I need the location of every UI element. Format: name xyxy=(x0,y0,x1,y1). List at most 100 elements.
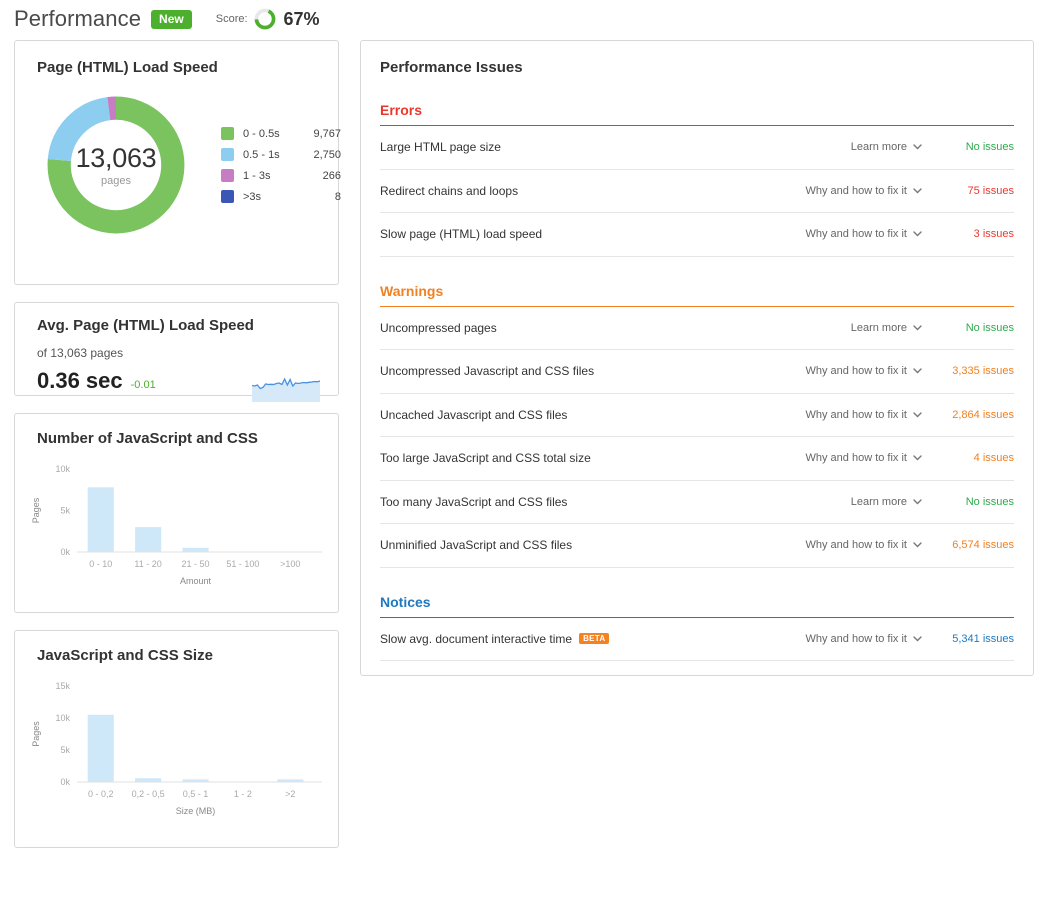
issue-name: Large HTML page size xyxy=(380,140,772,154)
issue-learn-more-link[interactable]: Why and how to fix it xyxy=(772,365,922,377)
issue-label: Uncompressed pages xyxy=(380,321,497,335)
y-axis-title: Pages xyxy=(31,497,41,523)
issue-row: Unminified JavaScript and CSS filesWhy a… xyxy=(380,524,1014,568)
page-load-speed-title: Page (HTML) Load Speed xyxy=(15,41,338,76)
y-tick-label: 10k xyxy=(55,464,70,474)
legend-item: 0.5 - 1s2,750 xyxy=(221,144,341,165)
legend-label: >3s xyxy=(243,191,301,203)
chevron-down-icon xyxy=(913,185,922,197)
main-layout: Page (HTML) Load Speed 13,063 pages 0 - … xyxy=(0,40,1048,865)
issue-learn-more-link[interactable]: Why and how to fix it xyxy=(772,539,922,551)
issue-row: Redirect chains and loopsWhy and how to … xyxy=(380,170,1014,214)
avg-load-speed-title: Avg. Page (HTML) Load Speed xyxy=(15,303,338,334)
issues-section-errors: ErrorsLarge HTML page sizeLearn moreNo i… xyxy=(361,76,1033,257)
legend-swatch-icon xyxy=(221,127,234,140)
legend-label: 0.5 - 1s xyxy=(243,149,301,161)
issue-row: Uncompressed pages Learn moreNo issues xyxy=(380,307,1014,351)
bar xyxy=(183,548,209,552)
issue-name: Unminified JavaScript and CSS files xyxy=(380,538,772,552)
issue-link-label: Why and how to fix it xyxy=(806,228,908,240)
score-value: 67% xyxy=(284,9,320,30)
issue-learn-more-link[interactable]: Learn more xyxy=(772,141,922,153)
issue-name: Slow page (HTML) load speed xyxy=(380,227,772,241)
issue-row: Large HTML page size Learn moreNo issues xyxy=(380,126,1014,170)
issue-learn-more-link[interactable]: Why and how to fix it xyxy=(772,185,922,197)
issue-learn-more-link[interactable]: Why and how to fix it xyxy=(772,409,922,421)
issue-count[interactable]: No issues xyxy=(922,141,1014,153)
issue-label: Slow page (HTML) load speed xyxy=(380,227,542,241)
issue-learn-more-link[interactable]: Why and how to fix it xyxy=(772,452,922,464)
issue-label: Slow avg. document interactive time xyxy=(380,632,572,646)
issue-link-label: Why and how to fix it xyxy=(806,409,908,421)
chevron-down-icon xyxy=(913,141,922,153)
section-heading: Warnings xyxy=(380,257,1014,307)
issue-count[interactable]: No issues xyxy=(922,322,1014,334)
issue-name: Uncompressed Javascript and CSS files xyxy=(380,364,772,378)
chevron-down-icon xyxy=(913,322,922,334)
issue-label: Uncompressed Javascript and CSS files xyxy=(380,364,594,378)
issue-row: Uncompressed Javascript and CSS files Why… xyxy=(380,350,1014,394)
x-tick-label: 0 - 10 xyxy=(89,559,112,569)
avg-load-speed-value: 0.36 sec xyxy=(37,368,123,394)
issue-name: Redirect chains and loops xyxy=(380,184,772,198)
legend-item: 0 - 0.5s9,767 xyxy=(221,123,341,144)
y-tick-label: 0k xyxy=(60,777,70,787)
issues-sections: ErrorsLarge HTML page sizeLearn moreNo i… xyxy=(361,76,1033,661)
beta-badge: BETA xyxy=(579,633,609,644)
load-speed-donut-chart: 13,063 pages xyxy=(41,90,191,240)
x-axis-title: Size (MB) xyxy=(176,806,216,816)
legend-swatch-icon xyxy=(221,190,234,203)
issue-label: Large HTML page size xyxy=(380,140,501,154)
issue-learn-more-link[interactable]: Learn more xyxy=(772,322,922,334)
y-tick-label: 0k xyxy=(60,547,70,557)
issue-link-label: Why and how to fix it xyxy=(806,365,908,377)
bar xyxy=(183,779,209,782)
issue-count[interactable]: 3,335 issues xyxy=(922,365,1014,377)
issue-name: Uncached Javascript and CSS files xyxy=(380,408,772,422)
bar xyxy=(135,778,161,782)
y-tick-label: 5k xyxy=(60,506,70,516)
chevron-down-icon xyxy=(913,228,922,240)
js-css-size-chart: 0k5k10k15kPages0 - 0,20,2 - 0,50,5 - 11 … xyxy=(15,664,338,859)
issue-row: Slow avg. document interactive time BETA W… xyxy=(380,618,1014,662)
chevron-down-icon xyxy=(913,409,922,421)
js-css-count-title: Number of JavaScript and CSS xyxy=(15,414,338,447)
issue-name: Uncompressed pages xyxy=(380,321,772,335)
score-donut-icon xyxy=(254,8,276,30)
issue-count[interactable]: 2,864 issues xyxy=(922,409,1014,421)
right-column: Performance Issues ErrorsLarge HTML page… xyxy=(360,40,1034,676)
x-tick-label: 1 - 2 xyxy=(234,789,252,799)
issue-label: Too large JavaScript and CSS total size xyxy=(380,451,591,465)
chevron-down-icon xyxy=(913,539,922,551)
avg-load-speed-subtitle: of 13,063 pages xyxy=(37,346,316,360)
issue-learn-more-link[interactable]: Learn more xyxy=(772,496,922,508)
issue-count[interactable]: 4 issues xyxy=(922,452,1014,464)
y-tick-label: 15k xyxy=(55,681,70,691)
legend-swatch-icon xyxy=(221,148,234,161)
issue-count[interactable]: 6,574 issues xyxy=(922,539,1014,551)
issue-count[interactable]: 3 issues xyxy=(922,228,1014,240)
issue-name: Too many JavaScript and CSS files xyxy=(380,495,772,509)
issue-learn-more-link[interactable]: Why and how to fix it xyxy=(772,633,922,645)
js-css-size-title: JavaScript and CSS Size xyxy=(15,631,338,664)
legend-label: 1 - 3s xyxy=(243,170,301,182)
donut-legend: 0 - 0.5s9,7670.5 - 1s2,7501 - 3s266>3s8 xyxy=(221,123,341,207)
issue-count[interactable]: 75 issues xyxy=(922,185,1014,197)
donut-svg xyxy=(41,90,191,240)
x-axis-title: Amount xyxy=(180,576,212,586)
issue-row: Too many JavaScript and CSS filesLearn m… xyxy=(380,481,1014,525)
legend-label: 0 - 0.5s xyxy=(243,128,301,140)
page-title: Performance xyxy=(14,6,141,32)
bar xyxy=(88,715,114,782)
legend-swatch-icon xyxy=(221,169,234,182)
issue-count[interactable]: 5,341 issues xyxy=(922,633,1014,645)
bar xyxy=(135,527,161,552)
x-tick-label: 0,5 - 1 xyxy=(183,789,209,799)
issue-learn-more-link[interactable]: Why and how to fix it xyxy=(772,228,922,240)
issue-row: Uncached Javascript and CSS files Why and… xyxy=(380,394,1014,438)
avg-load-speed-card: Avg. Page (HTML) Load Speed of 13,063 pa… xyxy=(14,302,339,396)
chevron-down-icon xyxy=(913,365,922,377)
x-tick-label: 51 - 100 xyxy=(226,559,259,569)
y-axis-title: Pages xyxy=(31,721,41,747)
issue-count[interactable]: No issues xyxy=(922,496,1014,508)
